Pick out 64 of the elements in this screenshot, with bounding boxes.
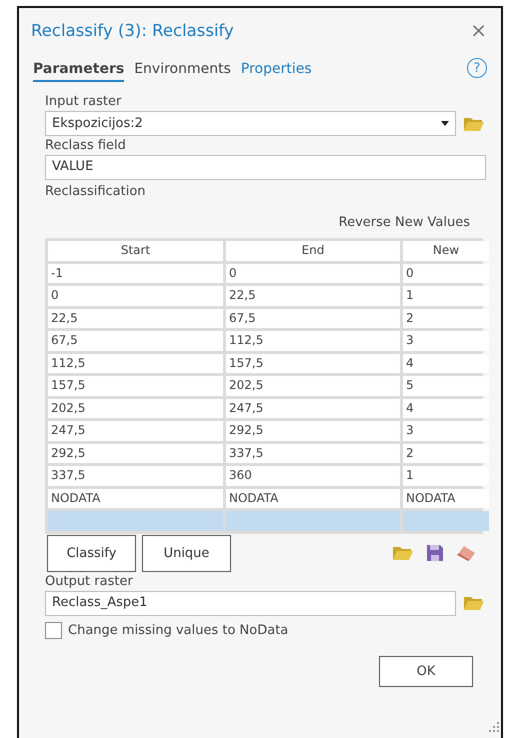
field-label: Reclass field [45,138,127,153]
table-cell[interactable]: 360 [226,466,400,486]
table-cell[interactable]: 3 [403,331,489,350]
table-cell[interactable]: 157,5 [48,376,223,396]
table-cell[interactable]: 112,5 [48,354,223,373]
tab[interactable]: Parameters [33,61,124,82]
table-cell[interactable]: 202,5 [48,398,223,418]
field-label: Output raster [45,574,134,588]
checkbox[interactable] [45,622,62,638]
checkbox-label: Change missing values to NoData [68,622,288,638]
tab[interactable]: Properties [240,61,312,82]
column-header: End [226,241,400,260]
input-field[interactable]: VALUE [45,155,486,180]
window-title: Reclassify (3): Reclassify [31,20,235,40]
input-field[interactable]: Reclass_Aspe1 [45,590,456,616]
save-icon[interactable] [426,544,444,562]
close-button[interactable]: × [470,18,487,42]
action-button[interactable]: Unique [142,534,231,572]
table-cell[interactable]: 5 [403,376,489,396]
dropdown-field[interactable]: Ekspozicijos:2 [45,111,456,136]
resize-grip-icon[interactable] [489,722,499,732]
table-cell[interactable]: 67,5 [48,331,223,350]
new-row-cell[interactable] [403,511,489,530]
table-cell[interactable]: 0 [403,264,489,283]
column-header: New [403,241,489,260]
table-cell[interactable]: 3 [403,421,489,440]
table-cell[interactable]: 337,5 [226,444,400,463]
table-cell[interactable]: 0 [226,264,400,283]
new-row-cell[interactable] [48,511,223,530]
table-cell[interactable]: 2 [403,444,489,463]
table-cell[interactable]: 157,5 [226,354,400,373]
table-cell[interactable]: NODATA [403,488,489,508]
table-cell[interactable]: 1 [403,286,489,306]
column-header: Start [48,241,223,260]
table-cell[interactable]: -1 [48,264,223,283]
table-cell[interactable]: 4 [403,398,489,418]
table-cell[interactable]: 112,5 [226,331,400,350]
new-row-cell[interactable] [226,511,400,530]
reverse-button[interactable]: Reverse New Values [338,215,470,230]
table-cell[interactable]: 22,5 [226,286,400,306]
folder-icon[interactable] [463,595,485,611]
table-cell[interactable]: 1 [403,466,489,486]
table-cell[interactable]: 247,5 [48,421,223,440]
action-button[interactable]: Classify [47,534,136,572]
table-cell[interactable]: 4 [403,354,489,373]
table-cell[interactable]: 337,5 [48,466,223,486]
table-cell[interactable]: 292,5 [48,444,223,463]
tab[interactable]: Environments [134,61,231,82]
table-cell[interactable]: 247,5 [226,398,400,418]
section-label: Reclassification [45,184,147,199]
eraser-icon[interactable] [456,545,476,561]
caret-icon [441,121,449,126]
table-cell[interactable]: 2 [403,308,489,328]
table-cell[interactable]: 22,5 [48,308,223,328]
table-cell[interactable]: 0 [48,286,223,306]
table-cell[interactable]: NODATA [48,488,223,508]
ok-button[interactable]: OK [379,656,473,686]
field-label: Input raster [45,94,122,109]
table-cell[interactable]: 202,5 [226,376,400,396]
folder-icon[interactable] [463,116,485,132]
folder-icon[interactable] [392,545,414,561]
table-cell[interactable]: NODATA [226,488,400,508]
table-cell[interactable]: 292,5 [226,421,400,440]
table-cell[interactable]: 67,5 [226,308,400,328]
